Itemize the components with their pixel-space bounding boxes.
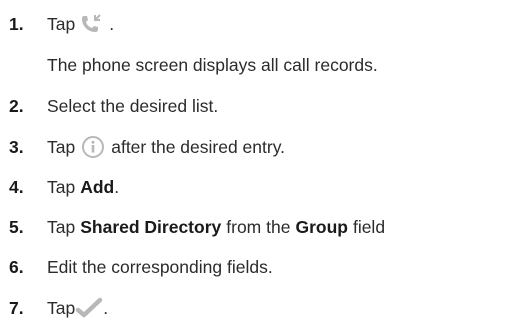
step-number: 3. (9, 137, 24, 157)
step-number: 5. (9, 217, 24, 237)
step-number: 6. (9, 257, 24, 277)
step-1-result: The phone screen displays all call recor… (47, 50, 378, 80)
step-number: 2. (9, 96, 24, 116)
step-text-end: . (103, 298, 109, 318)
step-text-end: . (114, 177, 120, 197)
step-text: Tap (47, 137, 76, 157)
result-text: The phone screen displays all call recor… (47, 54, 378, 75)
step-1: 1. Tap . (0, 9, 114, 39)
step-text-end: . (109, 14, 115, 34)
step-text: Tap (47, 14, 76, 34)
step-text-end: after the desired entry. (111, 137, 286, 157)
step-7: 7. Tap . (0, 293, 108, 323)
checkmark-icon (75, 297, 103, 319)
step-6: 6. Edit the corresponding fields. (0, 252, 273, 282)
step-text: Select the desired list. (47, 96, 219, 116)
step-text-mid: from the (226, 217, 291, 237)
step-number: 1. (9, 14, 24, 34)
procedure-steps: 1. Tap . The phone screen displays all c… (0, 0, 506, 326)
step-text: Tap (47, 298, 76, 318)
info-icon (80, 135, 106, 159)
step-number: 4. (9, 177, 24, 197)
step-text-end: field (352, 217, 386, 237)
step-5: 5. Tap Shared Directory from the Group f… (0, 212, 385, 242)
step-4: 4. Tap Add . (0, 172, 119, 202)
group-label: Group (295, 217, 348, 237)
add-label: Add (80, 177, 115, 197)
step-text: Edit the corresponding fields. (47, 257, 273, 277)
step-3: 3. Tap after the desired entry. (0, 132, 285, 162)
step-text: Tap (47, 177, 76, 197)
step-text: Tap (47, 217, 76, 237)
shared-directory-label: Shared Directory (80, 217, 222, 237)
step-2: 2. Select the desired list. (0, 91, 218, 121)
call-log-icon (80, 13, 104, 35)
step-number: 7. (9, 298, 24, 318)
